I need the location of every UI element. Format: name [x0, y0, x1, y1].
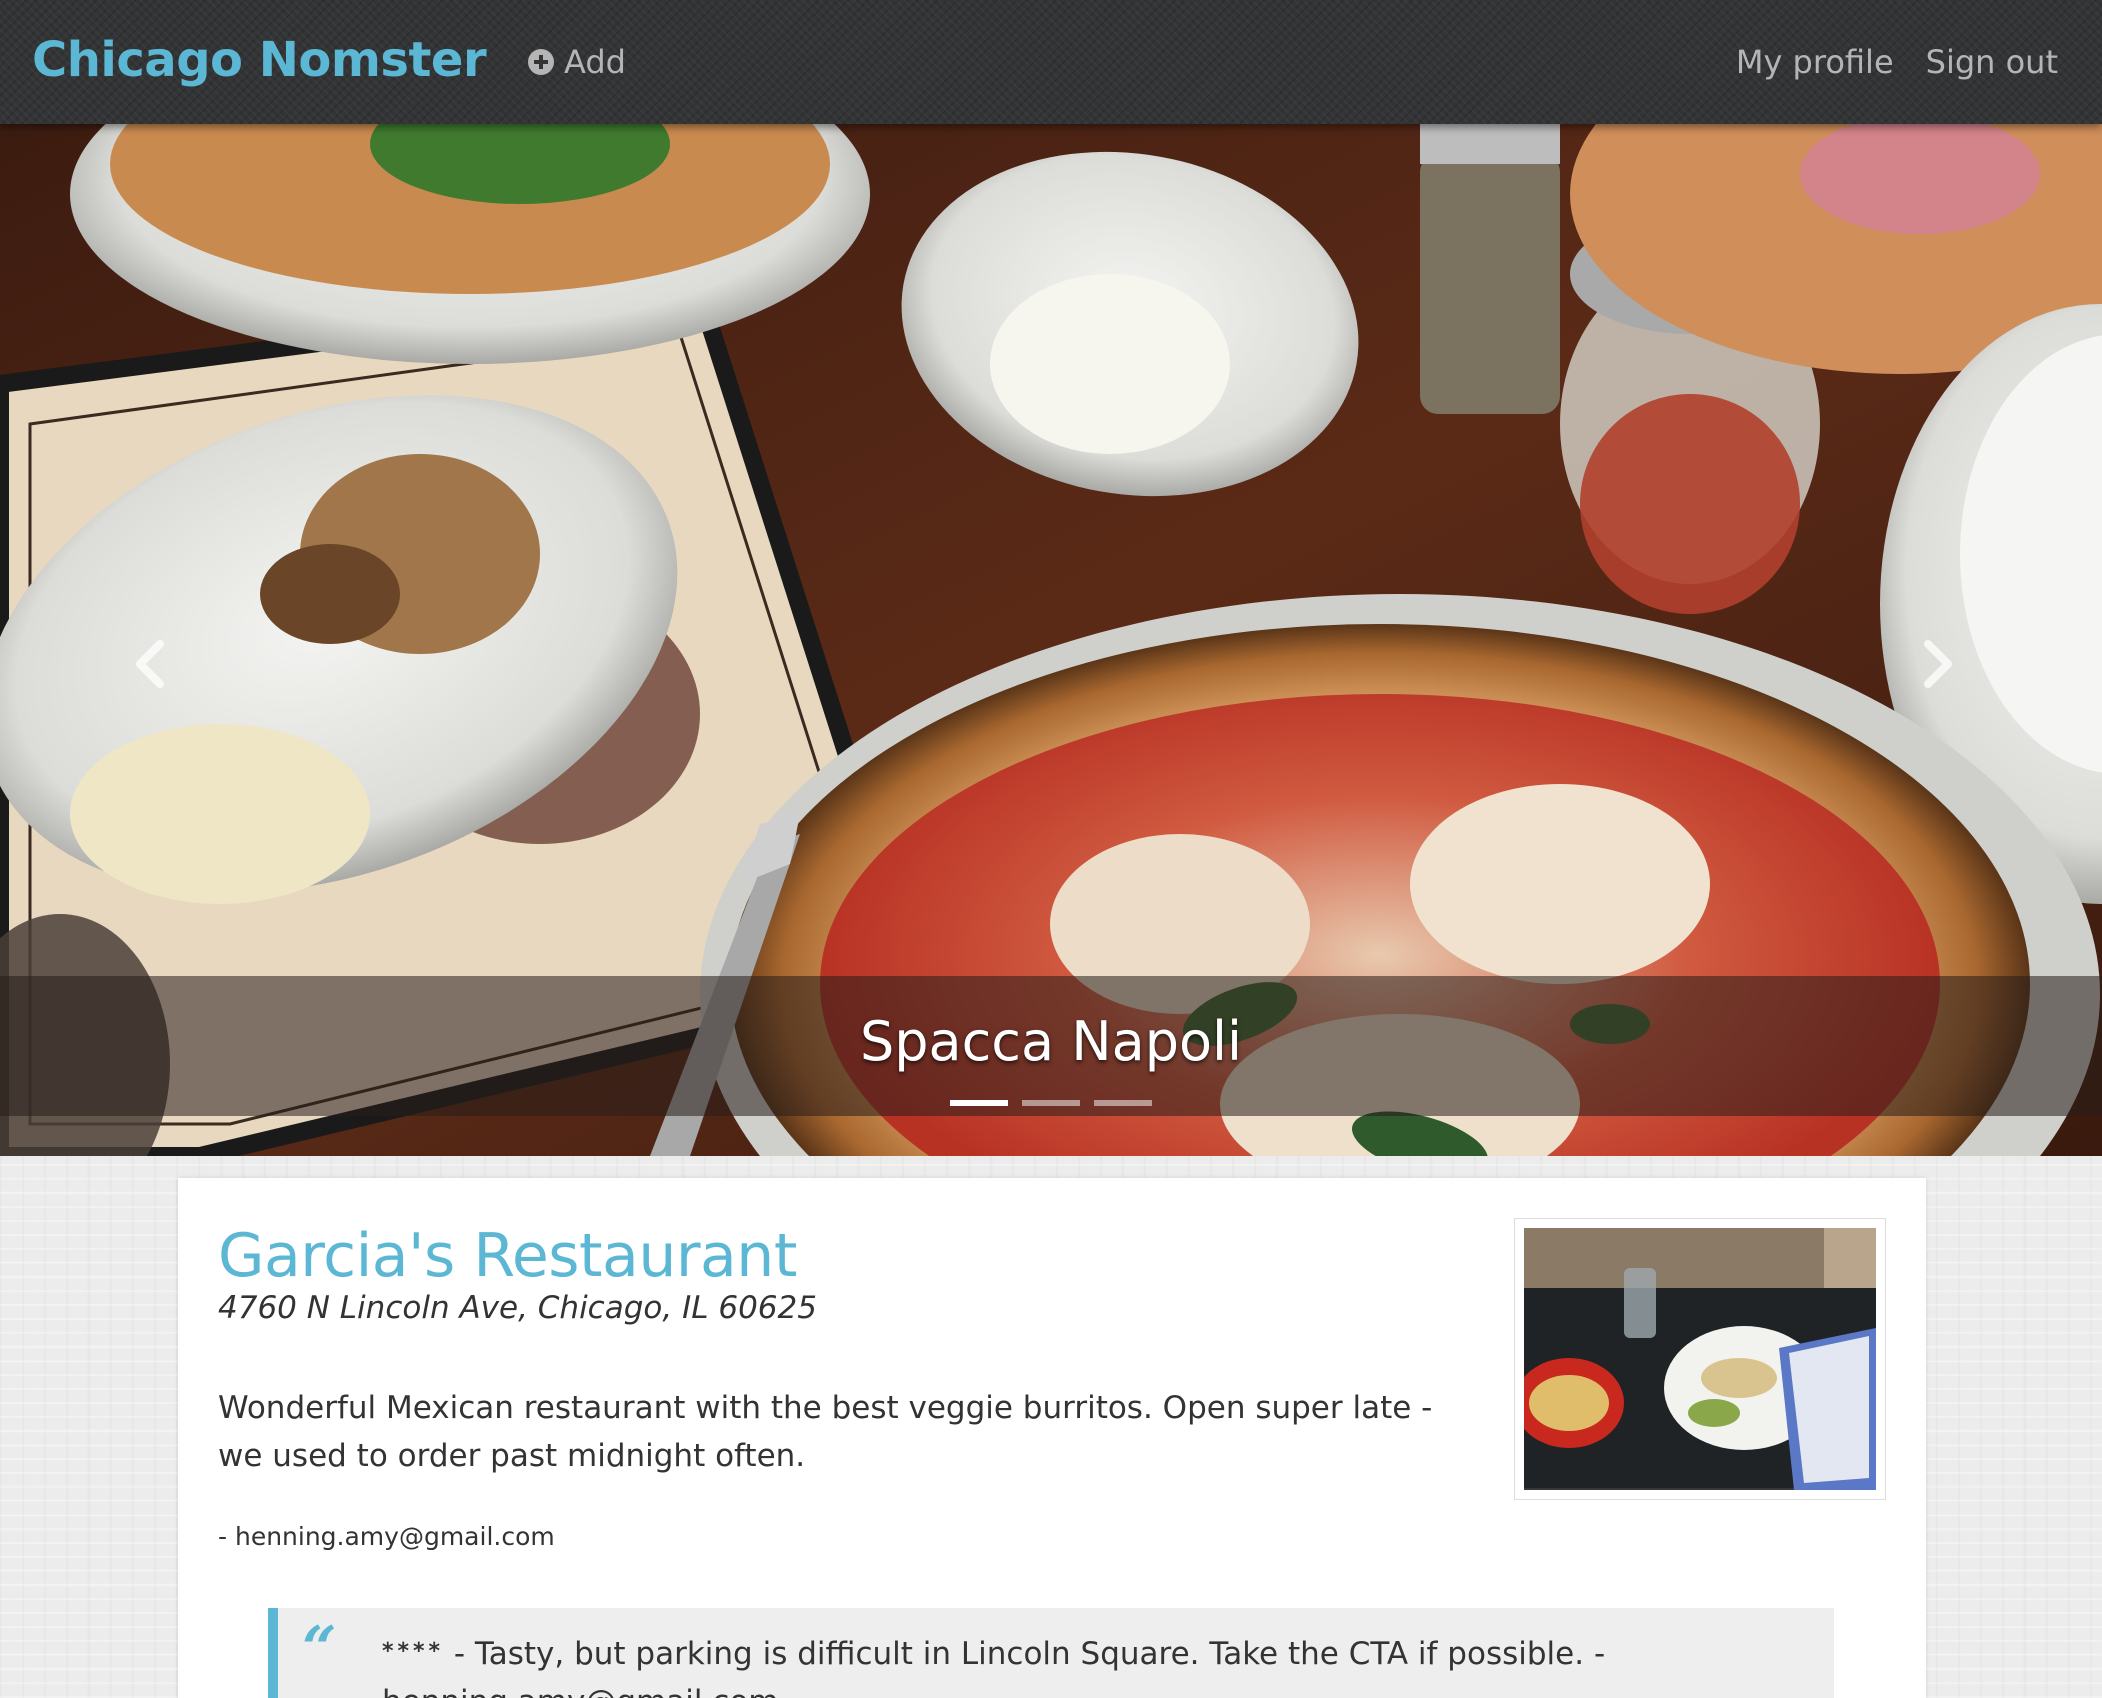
- restaurant-thumbnail[interactable]: [1514, 1218, 1886, 1500]
- carousel-indicators: [950, 1100, 1152, 1106]
- add-button[interactable]: Add: [528, 38, 626, 86]
- carousel-prev-button[interactable]: [120, 614, 180, 714]
- navbar: Chicago Nomster Add My profile Sign out: [0, 0, 2102, 124]
- comment-rating: ****: [382, 1639, 445, 1664]
- brand-logo[interactable]: Chicago Nomster: [32, 30, 487, 90]
- plus-circle-icon: [528, 49, 554, 75]
- carousel-indicator-1[interactable]: [950, 1100, 1008, 1106]
- comment-text-container: **** - Tasty, but parking is difficult i…: [382, 1628, 1782, 1698]
- chevron-right-icon: [1924, 640, 1952, 688]
- restaurant-card: Garcia's Restaurant 4760 N Lincoln Ave, …: [178, 1178, 1926, 1698]
- my-profile-link[interactable]: My profile: [1736, 43, 1894, 81]
- restaurant-address: 4760 N Lincoln Ave, Chicago, IL 60625: [218, 1290, 817, 1326]
- comment-text: - Tasty, but parking is difficult in Lin…: [382, 1636, 1606, 1698]
- carousel-caption: Spacca Napoli: [859, 1010, 1243, 1073]
- carousel-indicator-2[interactable]: [1022, 1100, 1080, 1106]
- restaurant-photo: [1514, 1228, 1876, 1490]
- comment-quote: “ **** - Tasty, but parking is difficult…: [268, 1608, 1834, 1698]
- quote-icon: “: [302, 1614, 337, 1684]
- chevron-left-icon: [136, 640, 164, 688]
- restaurant-description: Wonderful Mexican restaurant with the be…: [218, 1390, 1433, 1474]
- carousel-next-button[interactable]: [1908, 614, 1968, 714]
- add-label: Add: [564, 43, 626, 81]
- sign-out-link[interactable]: Sign out: [1926, 43, 2058, 81]
- restaurant-name[interactable]: Garcia's Restaurant: [218, 1220, 797, 1292]
- carousel-indicator-3[interactable]: [1094, 1100, 1152, 1106]
- restaurant-author: - henning.amy@gmail.com: [218, 1522, 555, 1551]
- photo-carousel: Spacca Napoli: [0, 124, 2102, 1156]
- nav-links: My profile Sign out: [1736, 38, 2058, 86]
